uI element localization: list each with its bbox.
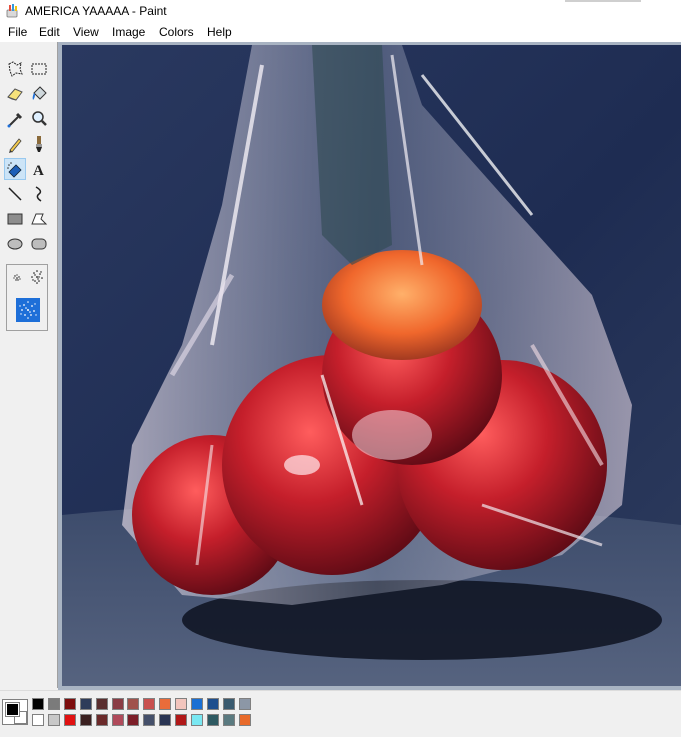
free-form-select-icon[interactable] (4, 58, 26, 80)
color-swatch[interactable] (32, 698, 44, 710)
title-bar: AMERICA YAAAAA - Paint (0, 0, 681, 22)
foreground-color[interactable] (5, 702, 20, 717)
ellipse-icon[interactable] (4, 233, 26, 255)
window-title: AMERICA YAAAAA - Paint (25, 4, 167, 18)
color-swatch[interactable] (111, 714, 124, 726)
current-colors[interactable] (2, 699, 28, 725)
polygon-icon[interactable] (28, 208, 50, 230)
airbrush-size-medium[interactable] (28, 268, 46, 286)
tool-options (6, 264, 48, 331)
color-swatch[interactable] (47, 714, 60, 726)
menu-view[interactable]: View (73, 25, 99, 39)
color-swatch[interactable] (175, 714, 188, 726)
color-swatch[interactable] (143, 714, 156, 726)
color-swatch[interactable] (63, 698, 76, 710)
rounded-rectangle-icon[interactable] (28, 233, 50, 255)
menu-file[interactable]: File (8, 25, 27, 39)
magnifier-icon[interactable] (28, 108, 50, 130)
color-swatch[interactable] (79, 698, 92, 710)
brush-icon[interactable] (28, 133, 50, 155)
rectangle-icon[interactable] (4, 208, 26, 230)
color-palette (0, 690, 681, 737)
curve-icon[interactable] (28, 183, 50, 205)
menu-edit[interactable]: Edit (39, 25, 60, 39)
painting-tomatoes-in-bag (62, 45, 681, 686)
eraser-icon[interactable] (4, 83, 26, 105)
select-icon[interactable] (28, 58, 50, 80)
line-icon[interactable] (4, 183, 26, 205)
color-swatch[interactable] (159, 714, 172, 726)
pick-color-icon[interactable] (4, 108, 26, 130)
color-swatch[interactable] (127, 714, 140, 726)
drawing-canvas[interactable] (62, 45, 681, 686)
color-swatch[interactable] (127, 698, 140, 710)
color-swatch[interactable] (238, 698, 251, 710)
title-bar-accent (565, 0, 641, 2)
color-swatch[interactable] (79, 714, 92, 726)
color-swatch[interactable] (222, 698, 235, 710)
color-swatch[interactable] (47, 698, 60, 710)
menu-bar: File Edit View Image Colors Help (0, 22, 681, 42)
menu-colors[interactable]: Colors (159, 25, 194, 39)
color-swatch[interactable] (32, 714, 44, 726)
color-swatch[interactable] (191, 698, 203, 710)
text-icon[interactable]: A (28, 158, 50, 180)
color-swatch[interactable] (143, 698, 156, 710)
color-swatch[interactable] (159, 698, 172, 710)
svg-text:A: A (33, 163, 44, 179)
color-swatch[interactable] (206, 714, 219, 726)
color-swatch[interactable] (95, 698, 108, 710)
color-swatch[interactable] (222, 714, 235, 726)
color-swatch[interactable] (63, 714, 76, 726)
toolbox: A (0, 42, 58, 688)
airbrush-size-large[interactable] (16, 298, 40, 322)
pencil-icon[interactable] (4, 133, 26, 155)
airbrush-icon[interactable] (4, 158, 26, 180)
menu-help[interactable]: Help (207, 25, 232, 39)
fill-with-color-icon[interactable] (28, 83, 50, 105)
color-swatch[interactable] (191, 714, 203, 726)
color-swatch[interactable] (175, 698, 188, 710)
paint-icon (6, 4, 18, 18)
menu-image[interactable]: Image (112, 25, 145, 39)
color-swatch[interactable] (111, 698, 124, 710)
color-swatch[interactable] (238, 714, 251, 726)
airbrush-size-small[interactable] (10, 271, 24, 285)
color-swatch[interactable] (95, 714, 108, 726)
color-swatch[interactable] (206, 698, 219, 710)
